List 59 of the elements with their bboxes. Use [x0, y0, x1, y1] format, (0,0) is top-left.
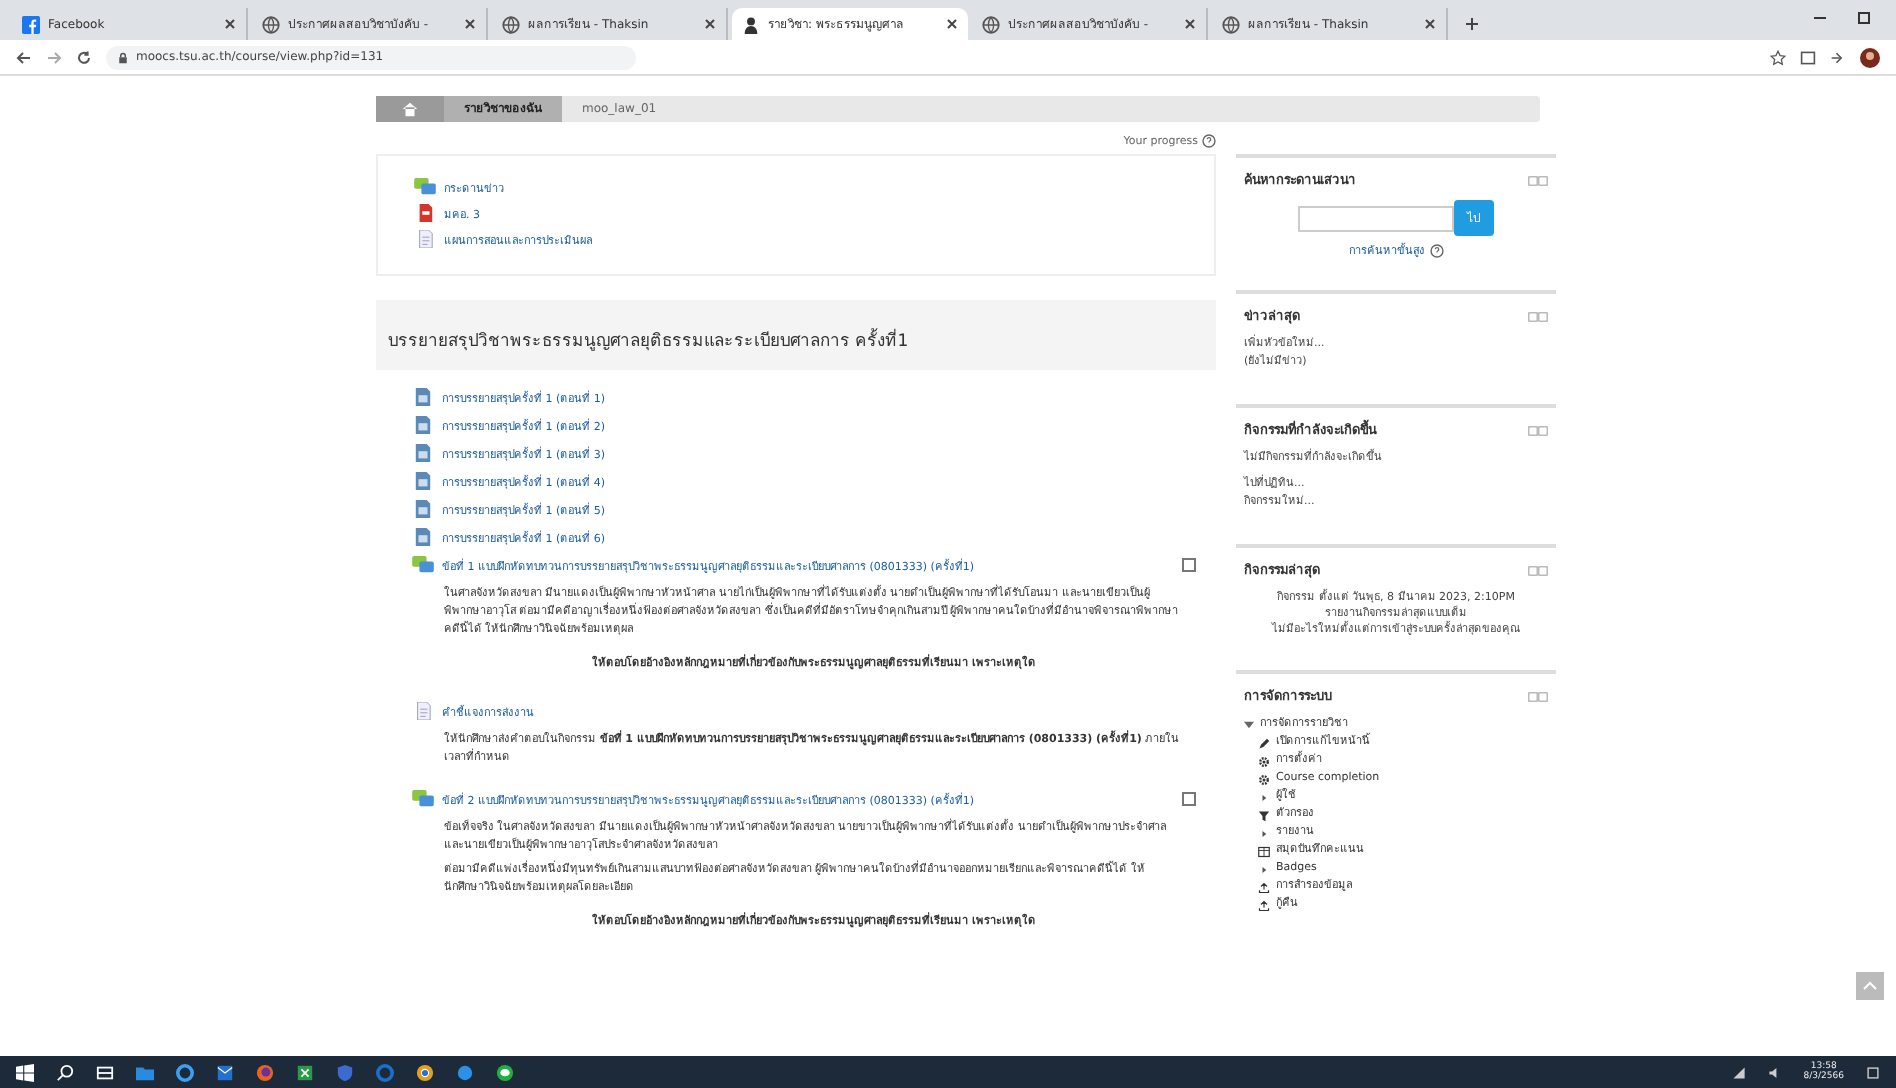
search-icon[interactable] — [56, 1063, 74, 1081]
media-file-icon — [412, 444, 434, 462]
f-logo-icon — [22, 15, 40, 33]
globe-icon — [262, 15, 280, 33]
upload-icon — [1258, 899, 1270, 911]
task-view-icon[interactable] — [96, 1063, 114, 1081]
windows-logo-icon[interactable] — [16, 1063, 34, 1081]
globe-icon — [502, 15, 520, 33]
mail-icon[interactable] — [216, 1063, 234, 1081]
close-icon[interactable] — [704, 18, 716, 30]
media-file-icon — [412, 472, 434, 490]
media-file-icon — [412, 388, 434, 406]
completion-checkbox[interactable] — [1182, 558, 1196, 572]
chat-bubble-icon[interactable] — [496, 1063, 514, 1081]
document-icon — [412, 702, 434, 720]
network-icon[interactable] — [1731, 1065, 1746, 1079]
shield-icon[interactable] — [336, 1063, 354, 1081]
caret-right-icon — [1258, 863, 1270, 875]
spreadsheet-icon[interactable] — [296, 1063, 314, 1081]
pencil-icon — [1258, 737, 1270, 749]
person-icon — [742, 15, 760, 33]
star-icon[interactable] — [1770, 49, 1786, 65]
funnel-icon — [1258, 809, 1270, 821]
section-title: บรรยายสรุปวิชาพระธรรมนูญศาลยุติธรรมและระเบียบศาลการ ครั้งที่1 — [388, 332, 909, 352]
chat-bubbles-icon — [414, 178, 436, 196]
caret-right-icon — [1258, 827, 1270, 839]
help-icon[interactable] — [1202, 134, 1216, 148]
circle-app-icon[interactable] — [456, 1063, 474, 1081]
close-icon[interactable] — [464, 18, 476, 30]
notification-icon[interactable] — [1866, 1065, 1880, 1079]
close-icon[interactable] — [224, 18, 236, 30]
completion-checkbox[interactable] — [1182, 792, 1196, 806]
search-field[interactable] — [1298, 205, 1454, 231]
expand-triangle-icon[interactable] — [1244, 720, 1254, 730]
chat-bubbles-icon — [412, 790, 434, 808]
globe-icon — [1222, 15, 1240, 33]
pdf-icon — [414, 204, 436, 222]
chat-bubbles-icon — [412, 556, 434, 574]
back-arrow-icon[interactable] — [16, 49, 32, 65]
table-icon — [1258, 845, 1270, 857]
folder-icon[interactable] — [136, 1063, 154, 1081]
media-file-icon — [412, 528, 434, 546]
new-tab-icon[interactable] — [1464, 16, 1480, 32]
maximize-icon[interactable] — [1856, 10, 1872, 26]
avatar-icon[interactable] — [1860, 47, 1880, 67]
upload-icon — [1258, 881, 1270, 893]
media-file-icon — [412, 416, 434, 434]
document-icon — [414, 230, 436, 248]
close-icon[interactable] — [1424, 18, 1436, 30]
reload-icon[interactable] — [76, 49, 92, 65]
close-icon[interactable] — [1184, 18, 1196, 30]
help-icon[interactable] — [1429, 243, 1443, 257]
media-file-icon — [412, 500, 434, 518]
caret-up-icon — [1862, 978, 1878, 994]
home-icon[interactable] — [376, 96, 444, 122]
speaker-icon[interactable] — [1767, 1065, 1782, 1079]
caret-right-icon — [1258, 791, 1270, 803]
close-icon[interactable] — [946, 18, 958, 30]
globe-icon — [982, 15, 1000, 33]
